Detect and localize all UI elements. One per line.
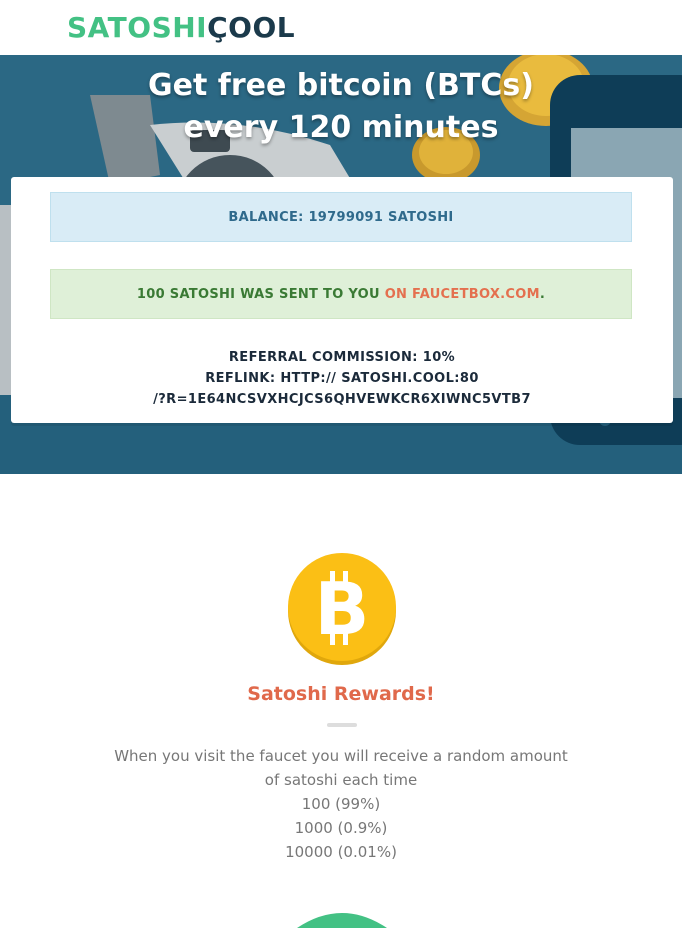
top-bar: SATOSHIÇOOL [0, 0, 682, 55]
reflink-line-2: /?R=1E64NCSVXHCJCS6QHVEWKCR6XIWNC5VTB7 [153, 392, 531, 407]
reward-tier-2: 1000 (0.9%) [294, 819, 388, 837]
referral-commission: REFERRAL COMMISSION: 10% [228, 350, 456, 365]
rewards-description: When you visit the faucet you will recei… [114, 747, 568, 789]
hero-section: Get free bitcoin (BTCs) every 120 minute… [0, 55, 682, 474]
balance-alert: BALANCE: 19799091 SATOSHI [50, 192, 632, 242]
hero-line-1: Get free bitcoin (BTCs) [148, 68, 534, 103]
rewards-title: Satoshi Rewards! [247, 683, 435, 705]
title-divider [327, 723, 357, 727]
logo-part-cool: ÇOOL [207, 11, 296, 44]
payment-message: 100 SATOSHI WAS SENT TO YOU [136, 287, 385, 302]
reflink-line-1: REFLINK: HTTP:// SATOSHI.COOL:80 [205, 371, 479, 386]
faucet-card: BALANCE: 19799091 SATOSHI 100 SATOSHI WA… [11, 177, 673, 423]
payment-success-alert: 100 SATOSHI WAS SENT TO YOU ON FAUCETBOX… [50, 269, 632, 319]
hero-headline: Get free bitcoin (BTCs) every 120 minute… [0, 65, 682, 149]
faucetbox-link[interactable]: ON FAUCETBOX.COM [385, 287, 540, 302]
logo-part-satoshi: SATOSHI [67, 11, 208, 44]
next-feature-icon [297, 913, 387, 928]
hero-line-2: every 120 minutes [183, 110, 499, 145]
payment-suffix: . [539, 287, 546, 302]
bitcoin-icon: B [288, 553, 396, 665]
referral-info: REFERRAL COMMISSION: 10% REFLINK: HTTP:/… [11, 347, 673, 410]
balance-text: BALANCE: 19799091 SATOSHI [228, 210, 454, 225]
site-logo[interactable]: SATOSHIÇOOL [67, 10, 295, 46]
svg-text:B: B [315, 567, 370, 651]
rewards-description-block: When you visit the faucet you will recei… [110, 744, 572, 864]
reward-tier-3: 10000 (0.01%) [285, 843, 397, 861]
reward-tier-1: 100 (99%) [301, 795, 381, 813]
